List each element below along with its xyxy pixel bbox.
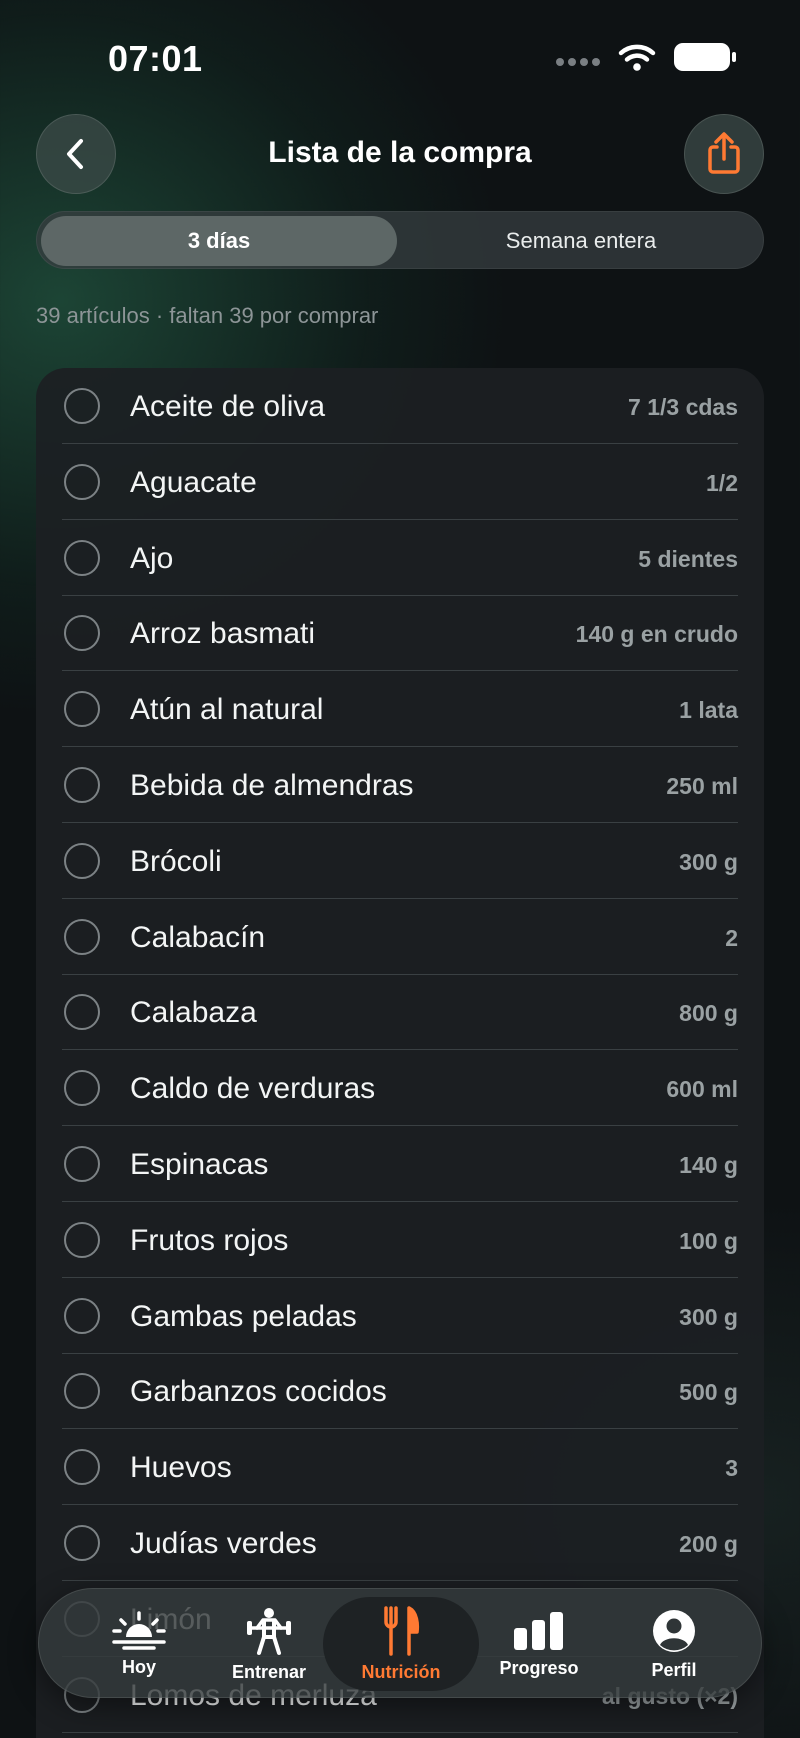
share-button[interactable] (684, 114, 764, 194)
item-name: Bebida de almendras (130, 769, 414, 802)
header: Lista de la compra (0, 110, 800, 200)
battery-icon (674, 43, 736, 71)
item-name: Garbanzos cocidos (130, 1375, 387, 1409)
item-checkbox[interactable] (64, 1525, 100, 1561)
item-quantity: 250 ml (666, 773, 738, 799)
status-icons (556, 42, 736, 72)
tab-perfil[interactable]: Perfil (604, 1589, 744, 1699)
list-item[interactable]: Calabacín 2 (36, 899, 764, 975)
item-checkbox[interactable] (64, 1373, 100, 1410)
item-checkbox[interactable] (64, 918, 100, 955)
status-time: 07:01 (108, 38, 203, 79)
item-name: Judías verdes (130, 1527, 317, 1560)
status-bar: 07:01 (0, 0, 800, 110)
list-item[interactable]: Arroz basmati 140 g en crudo (36, 595, 764, 672)
item-checkbox[interactable] (64, 1221, 100, 1258)
segment-3-dias[interactable]: 3 días (41, 216, 397, 266)
item-name: Aceite de oliva (130, 390, 326, 423)
list-item[interactable]: Aceite de oliva 7 1/3 cdas (36, 368, 764, 444)
segment-semana-entera[interactable]: Semana entera (401, 216, 761, 266)
item-quantity: 800 g (679, 1000, 738, 1027)
item-checkbox[interactable] (64, 388, 100, 424)
cellular-signal-icon (556, 58, 600, 66)
item-quantity: 3 (725, 1455, 738, 1482)
item-name: Arroz basmati (130, 617, 316, 651)
list-item[interactable]: Atún al natural 1 lata (36, 671, 764, 748)
items-summary: 39 artículos · faltan 39 por comprar (36, 303, 379, 328)
item-checkbox[interactable] (64, 994, 100, 1031)
page-title: Lista de la compra (268, 136, 532, 169)
item-name: Ajo (130, 541, 174, 575)
item-quantity: 1/2 (706, 469, 738, 496)
item-quantity: 100 g (679, 1227, 738, 1254)
item-name: Frutos rojos (130, 1223, 289, 1257)
item-quantity: 2 (725, 924, 738, 951)
list-item[interactable]: Aguacate 1/2 (36, 444, 764, 520)
item-name: Calabacín (130, 920, 266, 954)
sunrise-icon (112, 1610, 166, 1650)
tab-label: Entrenar (231, 1661, 307, 1682)
item-quantity: 1 lata (679, 697, 738, 724)
tab-entrenar[interactable]: Entrenar (199, 1589, 339, 1699)
item-checkbox[interactable] (64, 539, 100, 576)
list-item[interactable]: Ajo 5 dientes (36, 520, 764, 596)
person-circle-icon (653, 1609, 695, 1652)
weightlifter-icon (247, 1607, 291, 1655)
tab-label: Hoy (121, 1656, 156, 1677)
item-quantity: 140 g (679, 1152, 738, 1178)
item-name: Huevos (130, 1451, 232, 1485)
item-name: Calabaza (130, 996, 257, 1030)
tab-progreso[interactable]: Progreso (469, 1589, 609, 1699)
tab-label: Nutrición (361, 1661, 441, 1682)
tab-nutricion[interactable]: Nutrición (323, 1589, 479, 1699)
item-name: Brócoli (130, 844, 222, 878)
bar-chart-icon (514, 1611, 563, 1650)
item-quantity: 500 g (679, 1379, 738, 1406)
item-quantity: 300 g (679, 1303, 738, 1330)
list-item[interactable]: Huevos 3 (36, 1429, 764, 1506)
item-quantity: 600 ml (666, 1076, 738, 1103)
list-item[interactable]: Bebida de almendras 250 ml (36, 747, 764, 823)
tab-bar: Hoy Entrenar Nutrición Progreso Perfil (38, 1588, 762, 1698)
item-name: Caldo de verduras (130, 1072, 376, 1106)
fork-knife-icon (384, 1605, 420, 1656)
item-checkbox[interactable] (64, 615, 100, 652)
item-quantity: 7 1/3 cdas (628, 394, 738, 420)
wifi-icon (618, 44, 656, 71)
tab-label: Perfil (651, 1659, 697, 1680)
item-checkbox[interactable] (64, 463, 100, 500)
item-quantity: 200 g (679, 1531, 738, 1557)
item-checkbox[interactable] (64, 1070, 100, 1107)
share-icon (708, 132, 740, 174)
list-item[interactable]: Brócoli 300 g (36, 823, 764, 899)
shopping-list: Aceite de oliva 7 1/3 cdas Aguacate 1/2 Ajo 5… (36, 368, 764, 1738)
item-quantity: 5 dientes (638, 545, 738, 572)
item-checkbox[interactable] (64, 842, 100, 879)
item-quantity: 140 g en crudo (575, 621, 738, 648)
list-item[interactable]: Garbanzos cocidos 500 g (36, 1353, 764, 1430)
list-item[interactable]: Caldo de verduras 600 ml (36, 1050, 764, 1127)
list-item[interactable]: Judías verdes 200 g (36, 1505, 764, 1581)
list-item[interactable]: Espinacas 140 g (36, 1126, 764, 1202)
list-item[interactable]: Calabaza 800 g (36, 974, 764, 1051)
item-name: Aguacate (130, 465, 257, 499)
item-checkbox[interactable] (64, 1297, 100, 1334)
list-item[interactable]: Gambas peladas 300 g (36, 1278, 764, 1354)
item-quantity: 300 g (679, 848, 738, 875)
list-item[interactable]: Frutos rojos 100 g (36, 1202, 764, 1278)
item-checkbox[interactable] (64, 691, 100, 728)
item-name: Espinacas (130, 1148, 269, 1181)
item-checkbox[interactable] (64, 1146, 100, 1182)
row-divider (62, 1731, 738, 1733)
item-checkbox[interactable] (64, 1449, 100, 1486)
item-name: Atún al natural (130, 693, 324, 727)
tab-label: Progreso (499, 1657, 579, 1678)
item-name: Gambas peladas (130, 1299, 357, 1333)
tab-hoy[interactable]: Hoy (69, 1589, 209, 1699)
item-checkbox[interactable] (64, 767, 100, 803)
period-segmented-control: 3 días Semana entera (36, 211, 764, 269)
